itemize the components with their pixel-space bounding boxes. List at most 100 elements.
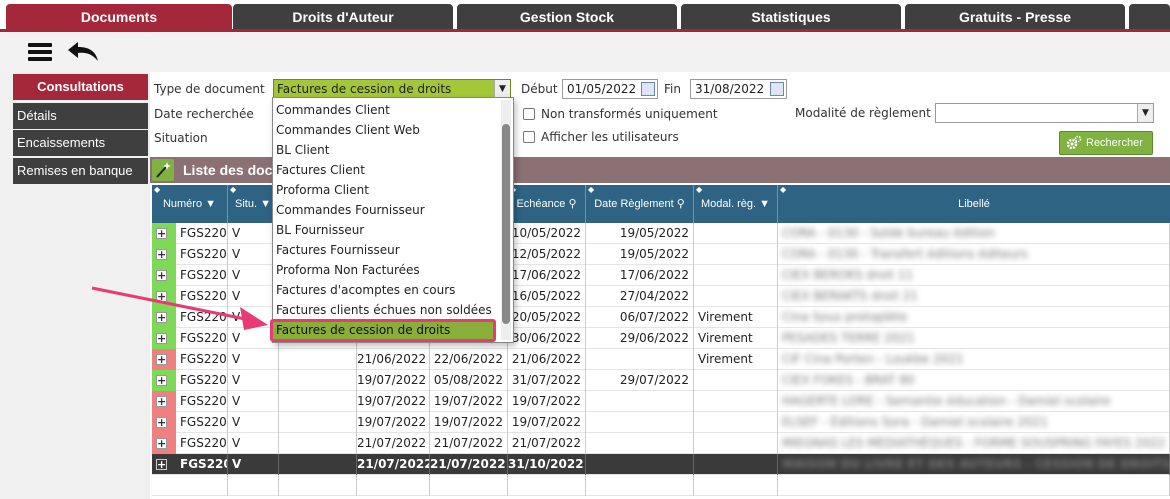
cell-c3 xyxy=(279,370,357,391)
cell-ech: 19/07/2022 xyxy=(508,391,586,412)
cell-reg: 27/04/2022 xyxy=(586,286,694,307)
cell-reg: 29/06/2022 xyxy=(586,328,694,349)
dropdown-option[interactable]: Commandes Client Web xyxy=(276,120,498,140)
table-row-empty xyxy=(152,475,1170,496)
cell-c5: 05/08/2022 xyxy=(430,370,508,391)
dropdown-option[interactable]: Proforma Non Facturées xyxy=(276,260,498,280)
dropdown-option[interactable]: Factures d'acomptes en cours xyxy=(276,280,498,300)
dropdown-option[interactable]: Commandes Fournisseur xyxy=(276,200,498,220)
expand-icon[interactable]: + xyxy=(156,228,167,239)
cell-situ: V xyxy=(228,454,279,475)
chevron-down-icon[interactable]: ▼ xyxy=(494,80,510,98)
toolbar xyxy=(0,32,1170,72)
cell-lib: CIEX BEROKS droit 11 xyxy=(778,265,1170,286)
rechercher-button[interactable]: Rechercher xyxy=(1059,131,1153,155)
cell-lib: CORA - 0130 - Solde bureau édition xyxy=(778,223,1170,244)
fin-date-input[interactable]: 31/08/2022 xyxy=(690,79,787,99)
rechercher-label: Rechercher xyxy=(1086,137,1143,149)
cell-num: +FGS2200 xyxy=(152,370,228,391)
sidebar-item-remises[interactable]: Remises en banque xyxy=(13,158,148,184)
table-row[interactable]: +FGS2200V21/07/202221/07/202221/07/2022M… xyxy=(152,433,1170,454)
cell-lib: MIEGNAS LES MEDIATHÈQUES - FORME SOUSPRI… xyxy=(778,433,1170,454)
tab-statistiques[interactable]: Statistiques xyxy=(681,4,901,30)
cell-situ: V xyxy=(228,412,279,433)
cell-ech: 12/05/2022 xyxy=(508,244,586,265)
back-arrow-icon[interactable] xyxy=(66,40,100,62)
dropdown-option[interactable]: Factures clients échues non soldées xyxy=(276,300,498,320)
cell-lib: CIF Cina Porten - Loukbe 2021 xyxy=(778,349,1170,370)
sort-icon[interactable]: ◆ xyxy=(588,185,594,195)
type-document-value: Factures de cession de droits xyxy=(277,82,452,96)
sort-icon[interactable]: ◆ xyxy=(780,185,786,195)
cell-num: + FGS220 xyxy=(152,454,228,475)
sidebar-item-consultations[interactable]: Consultations xyxy=(13,74,148,100)
debut-date-input[interactable]: 01/05/2022 xyxy=(562,79,658,99)
col-header-numero[interactable]: ◆ Numéro ▼ xyxy=(152,185,228,223)
expand-icon[interactable]: + xyxy=(156,438,167,449)
cell-num: +FGS2200 xyxy=(152,412,228,433)
expand-icon[interactable]: + xyxy=(156,375,167,386)
sort-icon[interactable]: ◆ xyxy=(154,185,160,195)
dropdown-option[interactable]: Commandes Client xyxy=(276,100,498,120)
expand-icon[interactable]: + xyxy=(156,396,167,407)
expand-icon[interactable]: + xyxy=(156,417,167,428)
cell-c5: 19/07/2022 xyxy=(430,412,508,433)
cell-modal: Virement xyxy=(694,328,778,349)
table-row[interactable]: + FGS220 V 21/07/2022 21/07/2022 31/10/2022 MA… xyxy=(152,454,1170,475)
cell-situ: V xyxy=(228,391,279,412)
scrollbar[interactable] xyxy=(501,100,511,340)
dropdown-option[interactable]: BL Fournisseur xyxy=(276,220,498,240)
tab-more[interactable] xyxy=(1129,4,1170,30)
afficher-utilisateurs-checkbox[interactable] xyxy=(523,131,535,143)
calendar-icon[interactable] xyxy=(641,82,655,96)
cell-modal xyxy=(694,391,778,412)
situation-label: Situation xyxy=(154,131,208,145)
dropdown-option[interactable]: Factures de cession de droits xyxy=(270,319,496,342)
cell-c3 xyxy=(279,349,357,370)
table-row[interactable]: +FGS2200V 21/06/202222/06/202221/06/2022 V… xyxy=(152,349,1170,370)
expand-icon[interactable]: + xyxy=(156,249,167,260)
calendar-icon[interactable] xyxy=(770,82,784,96)
dropdown-option[interactable]: Proforma Client xyxy=(276,180,498,200)
scrollbar-thumb[interactable] xyxy=(502,124,510,324)
table-row[interactable]: +FGS2200V19/07/202219/07/202219/07/2022E… xyxy=(152,412,1170,433)
tab-gratuits-presse[interactable]: Gratuits - Presse xyxy=(905,4,1125,30)
modalite-select[interactable]: ▼ xyxy=(935,103,1154,123)
dropdown-option[interactable]: Factures Client xyxy=(276,160,498,180)
type-document-select[interactable]: Factures de cession de droits ▼ xyxy=(273,79,511,99)
expand-icon[interactable]: + xyxy=(156,459,167,470)
gear-icon xyxy=(1066,135,1082,150)
tab-droits-auteur[interactable]: Droits d'Auteur xyxy=(233,4,453,30)
cell-c4: 21/07/2022 xyxy=(357,433,430,454)
cell-c4: 19/07/2022 xyxy=(357,370,430,391)
col-header-date-reglement[interactable]: ◆ Date Règlement ⚲ xyxy=(586,185,694,223)
tab-documents[interactable]: Documents xyxy=(6,4,232,30)
sort-icon[interactable]: ◆ xyxy=(696,185,702,195)
cell-modal: Virement xyxy=(694,349,778,370)
col-header-modal-reg[interactable]: ◆ Modal. règ. ▼ xyxy=(694,185,778,223)
menu-icon[interactable] xyxy=(28,43,52,61)
chevron-down-icon[interactable]: ▼ xyxy=(1137,104,1153,122)
cell-c4: 21/06/2022 xyxy=(357,349,430,370)
cell-reg xyxy=(586,454,694,475)
cell-empty xyxy=(279,475,357,496)
type-document-dropdown: Commandes Client Commandes Client Web BL C… xyxy=(270,97,514,343)
dropdown-option[interactable]: BL Client xyxy=(276,140,498,160)
col-header-echeance[interactable]: ◆Echéance ⚲ xyxy=(508,185,586,223)
expand-icon[interactable]: + xyxy=(156,354,167,365)
dropdown-option[interactable]: Factures Fournisseur xyxy=(276,240,498,260)
magic-wand-icon[interactable] xyxy=(152,159,174,181)
col-header-libelle[interactable]: ◆ Libellé xyxy=(778,185,1170,223)
sort-icon[interactable]: ◆ xyxy=(230,185,236,195)
annotation-arrow-icon xyxy=(91,286,268,330)
cell-reg: 19/05/2022 xyxy=(586,244,694,265)
type-document-label: Type de document xyxy=(154,82,265,96)
table-row[interactable]: +FGS2200V19/07/202219/07/202219/07/2022H… xyxy=(152,391,1170,412)
sidebar-item-details[interactable]: Détails xyxy=(13,103,148,129)
cell-modal xyxy=(694,223,778,244)
sidebar-item-encaissements[interactable]: Encaissements xyxy=(13,130,148,156)
tab-gestion-stock[interactable]: Gestion Stock xyxy=(457,4,677,30)
non-transformes-checkbox[interactable] xyxy=(523,108,535,120)
table-row[interactable]: +FGS2200V 19/07/202205/08/202231/07/20222… xyxy=(152,370,1170,391)
cell-reg xyxy=(586,391,694,412)
